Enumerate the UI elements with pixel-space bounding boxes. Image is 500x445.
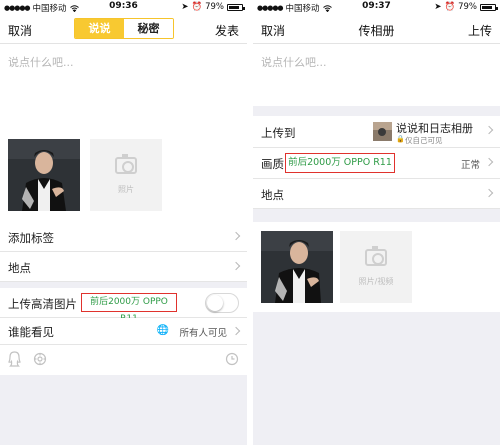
quality-note-highlight: 前后2000万 OPPO R11 [285, 153, 395, 173]
add-media-label: 照片/视频 [358, 277, 394, 286]
upload-to-row[interactable]: 上传到 说说和日志相册 🔒 仅自己可见 [253, 116, 500, 148]
page-title: 传相册 [358, 24, 395, 38]
album-name: 说说和日志相册 [396, 122, 473, 135]
visibility-row[interactable]: 谁能看见 🌐 所有人可见 [0, 318, 247, 345]
album-cover-thumbnail [373, 122, 392, 141]
publish-button[interactable]: 发表 [215, 22, 239, 39]
camera-icon [115, 154, 137, 174]
photo-thumbnail [261, 231, 333, 303]
quality-label: 画质 [261, 157, 284, 171]
location-row[interactable]: 地点 [0, 252, 247, 282]
visibility-value: 所有人可见 [179, 328, 227, 339]
post-status-screen: ●●●●● 中国移动 09:36 ➤ ⏰ 79% 取消 说说 秘密 发表 说点什… [0, 0, 247, 445]
description-input[interactable]: 说点什么吧... [261, 54, 327, 70]
alarm-icon: ⏰ [444, 2, 456, 12]
location-arrow-icon: ➤ [434, 2, 442, 12]
location-label: 地点 [261, 188, 284, 202]
location-arrow-icon: ➤ [181, 2, 189, 12]
album-privacy: 仅自己可见 [405, 136, 443, 145]
status-bar: ●●●●● 中国移动 09:36 ➤ ⏰ 79% [0, 0, 247, 14]
quality-row[interactable]: 画质 前后2000万 OPPO R11 正常 [253, 148, 500, 179]
qq-icon[interactable] [8, 351, 21, 367]
post-type-segmented-control: 说说 秘密 [74, 18, 174, 39]
section-gap [253, 209, 500, 222]
location-label: 地点 [8, 261, 31, 275]
location-row[interactable]: 地点 [253, 179, 500, 209]
chevron-right-icon [231, 326, 241, 336]
tab-shuoshuo[interactable]: 说说 [75, 19, 124, 38]
photo-thumbnail [8, 139, 80, 211]
compose-area: 说点什么吧... [253, 44, 500, 106]
settings-icon[interactable] [33, 352, 47, 366]
upload-button[interactable]: 上传 [468, 22, 492, 39]
attached-photo[interactable] [261, 231, 333, 303]
cancel-button[interactable]: 取消 [8, 22, 32, 39]
add-tag-label: 添加标签 [8, 231, 54, 245]
chevron-right-icon [484, 157, 494, 167]
compose-area: 说点什么吧... 照片 [0, 44, 247, 222]
alarm-icon: ⏰ [191, 2, 203, 12]
media-area: 照片/视频 [253, 222, 500, 312]
add-tag-row[interactable]: 添加标签 [0, 222, 247, 252]
hd-upload-label: 上传高清图片 [8, 297, 77, 311]
battery-icon [227, 3, 245, 11]
visibility-label: 谁能看见 [8, 325, 54, 339]
battery-percent: 79% [205, 2, 224, 12]
quality-value: 正常 [460, 160, 480, 171]
attached-photo[interactable] [8, 139, 80, 211]
chevron-right-icon [231, 261, 241, 271]
battery-icon [480, 3, 498, 11]
status-text-input[interactable]: 说点什么吧... [8, 54, 74, 70]
nav-bar: 取消 说说 秘密 发表 [0, 14, 247, 44]
add-photo-label: 照片 [118, 185, 134, 194]
chevron-right-icon [231, 231, 241, 241]
tab-secret[interactable]: 秘密 [124, 19, 173, 38]
chevron-right-icon [484, 125, 494, 135]
bottom-toolbar [0, 345, 247, 375]
upload-album-screen: ●●●●● 中国移动 09:37 ➤ ⏰ 79% 取消 传相册 上传 说点什么吧… [253, 0, 500, 445]
battery-percent: 79% [458, 2, 477, 12]
upload-to-label: 上传到 [261, 126, 296, 140]
lock-icon: 🔒 [396, 135, 405, 143]
hd-note-highlight: 前后2000万 OPPO R11 [81, 293, 177, 324]
clock-icon[interactable] [225, 352, 239, 366]
status-bar: ●●●●● 中国移动 09:37 ➤ ⏰ 79% [253, 0, 500, 14]
camera-icon [365, 246, 387, 266]
add-photo-button[interactable]: 照片 [90, 139, 162, 211]
hd-upload-toggle[interactable] [205, 293, 239, 313]
globe-icon: 🌐 [156, 325, 169, 336]
add-media-button[interactable]: 照片/视频 [340, 231, 412, 303]
nav-bar: 取消 传相册 上传 [253, 14, 500, 44]
hd-upload-row: 上传高清图片 前后2000万 OPPO R11 [0, 288, 247, 324]
chevron-right-icon [484, 188, 494, 198]
